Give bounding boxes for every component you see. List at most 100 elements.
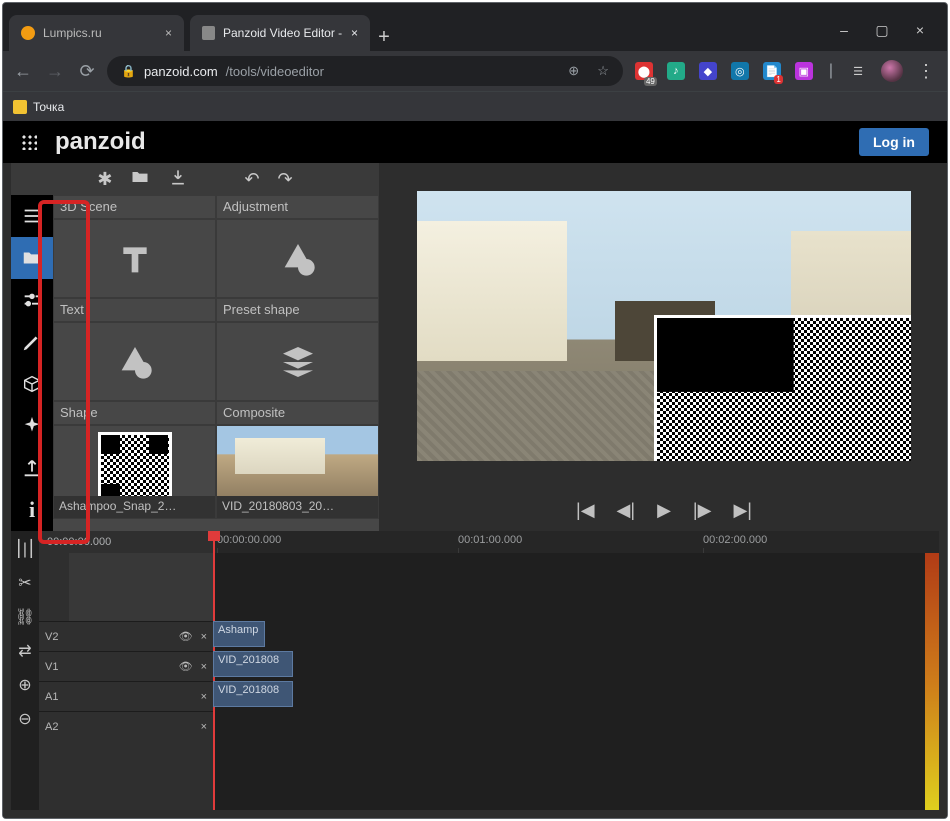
- panel-card-label: Text: [53, 298, 216, 322]
- panel-card-label: Composite: [216, 401, 379, 425]
- ruler-tick: 00:02:00.000: [703, 534, 767, 546]
- panel-card-preset-shape[interactable]: [216, 219, 379, 298]
- brand-logo[interactable]: panzoid: [55, 128, 146, 156]
- address-bar: ← → ⟳ 🔒 panzoid.com/tools/videoeditor ⊕ …: [3, 51, 947, 91]
- close-icon[interactable]: ×: [165, 26, 172, 40]
- step-back-icon[interactable]: ◀|: [617, 500, 636, 521]
- panel-card-shape[interactable]: [53, 322, 216, 401]
- close-icon[interactable]: ×: [201, 631, 207, 643]
- left-sidebar: i: [11, 195, 53, 531]
- panel-toolbar: ✱ ↶ ↷: [11, 163, 379, 195]
- track-header[interactable]: A2×: [39, 711, 213, 741]
- favicon-icon: [21, 26, 35, 40]
- browser-tab-active[interactable]: Panzoid Video Editor - Edit Videos ×: [190, 15, 370, 51]
- panel-card-label[interactable]: Adjustment: [216, 195, 379, 219]
- track-content[interactable]: Ashamp VID_201808 VID_201808: [213, 553, 925, 810]
- track-header[interactable]: V2👁×: [39, 621, 213, 651]
- panel-card-text[interactable]: [53, 219, 216, 298]
- skip-start-icon[interactable]: |◀: [576, 500, 595, 521]
- ruler-tick: 00:00:00.000: [217, 534, 281, 546]
- app-body: ✱ ↶ ↷: [3, 163, 947, 818]
- left-split: i 3D Scene Adjustment: [11, 195, 379, 531]
- reload-button[interactable]: ⟳: [75, 61, 99, 82]
- timeline-sidebar: ⎮|⎮ ✂ ⛓ ⇄ ⊕ ⊖: [11, 531, 39, 810]
- download-icon[interactable]: [168, 167, 188, 192]
- extension-icon[interactable]: ◎: [731, 62, 749, 80]
- timeline-main: 00:00:00.000 00:00:00.000 00:01:00.000 0…: [39, 531, 939, 810]
- timeline: ⎮|⎮ ✂ ⛓ ⇄ ⊕ ⊖ 00:00:00.000 00:00:00.000 …: [11, 531, 939, 810]
- back-button[interactable]: ←: [11, 61, 35, 82]
- tracks: V2👁× V1👁× A1× A2× Ashamp VID_201808 VID_…: [39, 553, 939, 810]
- close-icon[interactable]: ×: [351, 26, 358, 40]
- clip[interactable]: Ashamp: [213, 621, 265, 647]
- cut-icon[interactable]: ✂: [18, 573, 31, 593]
- tab-title: Lumpics.ru: [43, 26, 102, 40]
- zoom-out-icon[interactable]: ⊖: [18, 709, 31, 729]
- effects-icon[interactable]: [11, 405, 53, 447]
- app-header: panzoid Log in: [3, 121, 947, 163]
- url-field[interactable]: 🔒 panzoid.com/tools/videoeditor ⊕ ☆: [107, 56, 623, 86]
- pencil-icon[interactable]: [11, 321, 53, 363]
- browser-tab-inactive[interactable]: Lumpics.ru ×: [9, 15, 184, 51]
- extension-icon[interactable]: ◆: [699, 62, 717, 80]
- snap-icon[interactable]: ⇄: [18, 641, 31, 661]
- building-shape: [235, 438, 325, 474]
- clip[interactable]: VID_201808: [213, 651, 293, 677]
- redo-icon[interactable]: ↷: [278, 169, 293, 190]
- track-header[interactable]: V1👁×: [39, 651, 213, 681]
- close-icon[interactable]: ×: [201, 691, 207, 703]
- link-icon[interactable]: ⛓: [15, 607, 35, 627]
- undo-icon[interactable]: ↶: [244, 169, 259, 190]
- cube-icon[interactable]: [11, 363, 53, 405]
- info-icon[interactable]: i: [11, 489, 53, 531]
- sliders-icon[interactable]: [11, 279, 53, 321]
- preview-viewport[interactable]: [417, 191, 911, 461]
- step-fwd-icon[interactable]: |▶: [693, 500, 712, 521]
- clip[interactable]: VID_201808: [213, 681, 293, 707]
- window-buttons: – ▢ ×: [837, 22, 947, 51]
- ruler-ticks: 00:00:00.000 00:01:00.000 00:02:00.000: [213, 531, 939, 553]
- apps-grid-icon[interactable]: [21, 134, 37, 150]
- panel-card-label[interactable]: 3D Scene: [53, 195, 216, 219]
- media-thumb[interactable]: VID_20180803_20…: [216, 425, 379, 519]
- open-folder-icon[interactable]: [130, 167, 150, 192]
- qr-thumb-icon: [98, 432, 172, 506]
- folder-icon[interactable]: [11, 237, 53, 279]
- minimize-icon[interactable]: –: [837, 22, 851, 39]
- forward-button[interactable]: →: [43, 61, 67, 82]
- star-icon[interactable]: ☆: [597, 63, 609, 79]
- play-icon[interactable]: ▶: [657, 500, 671, 521]
- close-icon[interactable]: ×: [913, 22, 927, 39]
- install-icon[interactable]: ⊕: [568, 63, 579, 79]
- profile-avatar[interactable]: [881, 60, 903, 82]
- panel-card-composite[interactable]: [216, 322, 379, 401]
- skip-end-icon[interactable]: ▶|: [733, 500, 752, 521]
- url-path: /tools/videoeditor: [226, 64, 324, 79]
- visibility-icon[interactable]: 👁: [179, 630, 193, 643]
- favicon-icon: [202, 26, 215, 40]
- maximize-icon[interactable]: ▢: [875, 22, 889, 39]
- extension-icon[interactable]: ♪: [667, 62, 685, 80]
- bookmark-item[interactable]: Точка: [33, 100, 64, 114]
- visibility-icon[interactable]: 👁: [179, 660, 193, 673]
- new-icon[interactable]: ✱: [97, 169, 112, 190]
- media-thumb[interactable]: Ashampoo_Snap_2…: [53, 425, 216, 519]
- timeline-ruler[interactable]: 00:00:00.000 00:00:00.000 00:01:00.000 0…: [39, 531, 939, 553]
- export-icon[interactable]: [11, 447, 53, 489]
- extension-icon[interactable]: ▣: [795, 62, 813, 80]
- menu-icon[interactable]: ⋮: [917, 61, 935, 82]
- split-icon[interactable]: ⎮|⎮: [15, 539, 36, 559]
- zoom-in-icon[interactable]: ⊕: [18, 675, 31, 695]
- menu-icon[interactable]: [11, 195, 53, 237]
- browser-window: Lumpics.ru × Panzoid Video Editor - Edit…: [2, 2, 948, 819]
- extensions: ⬤49 ♪ ◆ ◎ 📄1 ▣ | ☰ ⋮: [631, 60, 939, 82]
- login-button[interactable]: Log in: [859, 128, 929, 156]
- timeline-end-indicator: [925, 553, 939, 810]
- extension-icon[interactable]: 📄1: [763, 62, 781, 80]
- new-tab-button[interactable]: +: [370, 23, 398, 51]
- close-icon[interactable]: ×: [201, 661, 207, 673]
- close-icon[interactable]: ×: [201, 721, 207, 733]
- track-header[interactable]: A1×: [39, 681, 213, 711]
- reading-list-icon[interactable]: ☰: [849, 62, 867, 80]
- extension-icon[interactable]: ⬤49: [635, 62, 653, 80]
